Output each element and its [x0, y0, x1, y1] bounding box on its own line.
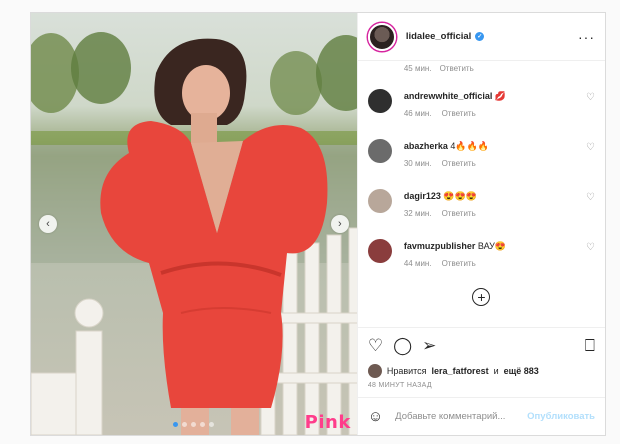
- comment-time: 32 мин.: [403, 209, 432, 218]
- add-comment-bar: ☺ Опубликовать: [357, 397, 605, 435]
- carousel-dot: [182, 422, 188, 427]
- comment-time: 44 мин.: [403, 259, 432, 268]
- comment-meta: 46 мин. Ответить: [404, 109, 586, 118]
- comments-list[interactable]: 45 мин. Ответить andrewwhite_official 💋 …: [358, 61, 605, 327]
- comment-text: 😍😍😍: [443, 191, 477, 201]
- likes-count[interactable]: ещё 883: [504, 366, 539, 376]
- carousel-dot: [191, 422, 197, 427]
- comment-time: 45 мин.: [403, 64, 432, 73]
- reply-link[interactable]: Ответить: [442, 259, 476, 268]
- likes-conjunction: и: [493, 366, 499, 376]
- comment-text-line: favmuzpublisher ВАУ😍: [404, 239, 586, 253]
- instagram-post: ‹ › Pink lidalee_official ✓ ··· 45 мин. …: [30, 12, 606, 436]
- comment-text-line: dagir123 😍😍😍: [404, 189, 586, 203]
- reply-link[interactable]: Ответить: [442, 209, 476, 218]
- comment-time: 30 мин.: [403, 159, 432, 168]
- verified-badge-icon: ✓: [475, 32, 485, 41]
- commenter-username[interactable]: favmuzpublisher: [404, 241, 476, 251]
- watermark-logo: Pink: [304, 412, 351, 433]
- comment-body: abazherka 4🔥🔥🔥 30 мин. Ответить: [404, 139, 586, 168]
- commenter-username[interactable]: andrewwhite_official: [404, 91, 493, 101]
- carousel-dot: [173, 422, 179, 427]
- bookmark-icon[interactable]: ⎕: [585, 337, 595, 354]
- carousel-prev-button[interactable]: ‹: [39, 215, 57, 233]
- comment-body: dagir123 😍😍😍 32 мин. Ответить: [404, 189, 586, 218]
- load-more-comments-button[interactable]: +: [472, 288, 491, 306]
- like-heart-icon[interactable]: ♡: [368, 337, 383, 354]
- post-side-panel: lidalee_official ✓ ··· 45 мин. Ответить …: [356, 13, 605, 435]
- carousel-next-button[interactable]: ›: [330, 215, 349, 233]
- carousel-dot: [200, 422, 206, 427]
- comment-text: 💋: [494, 91, 507, 101]
- comment-bubble-icon[interactable]: ◯: [393, 337, 412, 354]
- carousel-dot: [209, 422, 215, 427]
- reply-link[interactable]: Ответить: [442, 109, 476, 118]
- author-username[interactable]: lidalee_official: [406, 31, 471, 42]
- comment-meta: 30 мин. Ответить: [404, 159, 586, 168]
- emoji-icon[interactable]: ☺: [368, 408, 383, 425]
- comment-meta: 44 мин. Ответить: [404, 259, 586, 268]
- commenter-avatar[interactable]: [367, 239, 392, 263]
- comment-body: andrewwhite_official 💋 46 мин. Ответить: [404, 89, 586, 118]
- photo-illustration: [31, 32, 357, 435]
- comment-text: 4🔥🔥🔥: [450, 141, 489, 151]
- comment-time: 46 мин.: [403, 109, 432, 118]
- comment-meta: 45 мин. Ответить: [368, 64, 595, 78]
- post-photo[interactable]: ‹ › Pink: [31, 13, 357, 435]
- likes-prefix: Нравится: [386, 366, 427, 376]
- comment-item: andrewwhite_official 💋 46 мин. Ответить …: [367, 89, 595, 128]
- reply-link[interactable]: Ответить: [440, 64, 474, 78]
- like-comment-heart-icon[interactable]: ♡: [586, 92, 595, 103]
- post-timestamp[interactable]: 48 МИНУТ НАЗАД: [358, 379, 605, 397]
- liker-username[interactable]: lera_fatforest: [432, 366, 489, 376]
- liker-avatar[interactable]: [367, 364, 382, 378]
- like-comment-heart-icon[interactable]: ♡: [586, 192, 595, 203]
- chevron-right-icon: ›: [337, 217, 342, 230]
- post-header: lidalee_official ✓ ···: [357, 13, 605, 61]
- author-name[interactable]: lidalee_official ✓: [406, 31, 485, 42]
- comment-item: favmuzpublisher ВАУ😍 44 мин. Ответить ♡: [367, 239, 595, 278]
- share-paper-plane-icon[interactable]: ➢: [422, 337, 436, 354]
- commenter-avatar[interactable]: [367, 89, 392, 113]
- commenter-username[interactable]: abazherka: [404, 141, 448, 151]
- like-comment-heart-icon[interactable]: ♡: [586, 142, 595, 153]
- like-comment-heart-icon[interactable]: ♡: [586, 242, 595, 253]
- more-options-icon[interactable]: ···: [578, 29, 595, 45]
- comment-input[interactable]: [395, 411, 528, 422]
- plus-icon: +: [477, 289, 486, 305]
- commenter-username[interactable]: dagir123: [404, 191, 441, 201]
- likes-summary: Нравится lera_fatforest и ещё 883: [358, 363, 605, 379]
- comment-text-line: andrewwhite_official 💋: [404, 89, 586, 103]
- commenter-avatar[interactable]: [367, 139, 392, 163]
- chevron-left-icon: ‹: [46, 217, 50, 230]
- comment-body: favmuzpublisher ВАУ😍 44 мин. Ответить: [404, 239, 586, 268]
- reply-link[interactable]: Ответить: [442, 159, 476, 168]
- post-actions: ♡ ◯ ➢ ⎕: [357, 327, 605, 363]
- comment-meta: 32 мин. Ответить: [404, 209, 586, 218]
- author-avatar[interactable]: [367, 22, 396, 51]
- comment-text-line: abazherka 4🔥🔥🔥: [404, 139, 586, 153]
- comment-item: abazherka 4🔥🔥🔥 30 мин. Ответить ♡: [367, 139, 595, 178]
- commenter-avatar[interactable]: [367, 189, 392, 213]
- publish-button[interactable]: Опубликовать: [527, 411, 595, 422]
- comment-item: dagir123 😍😍😍 32 мин. Ответить ♡: [367, 189, 595, 228]
- comment-text: ВАУ😍: [477, 241, 507, 251]
